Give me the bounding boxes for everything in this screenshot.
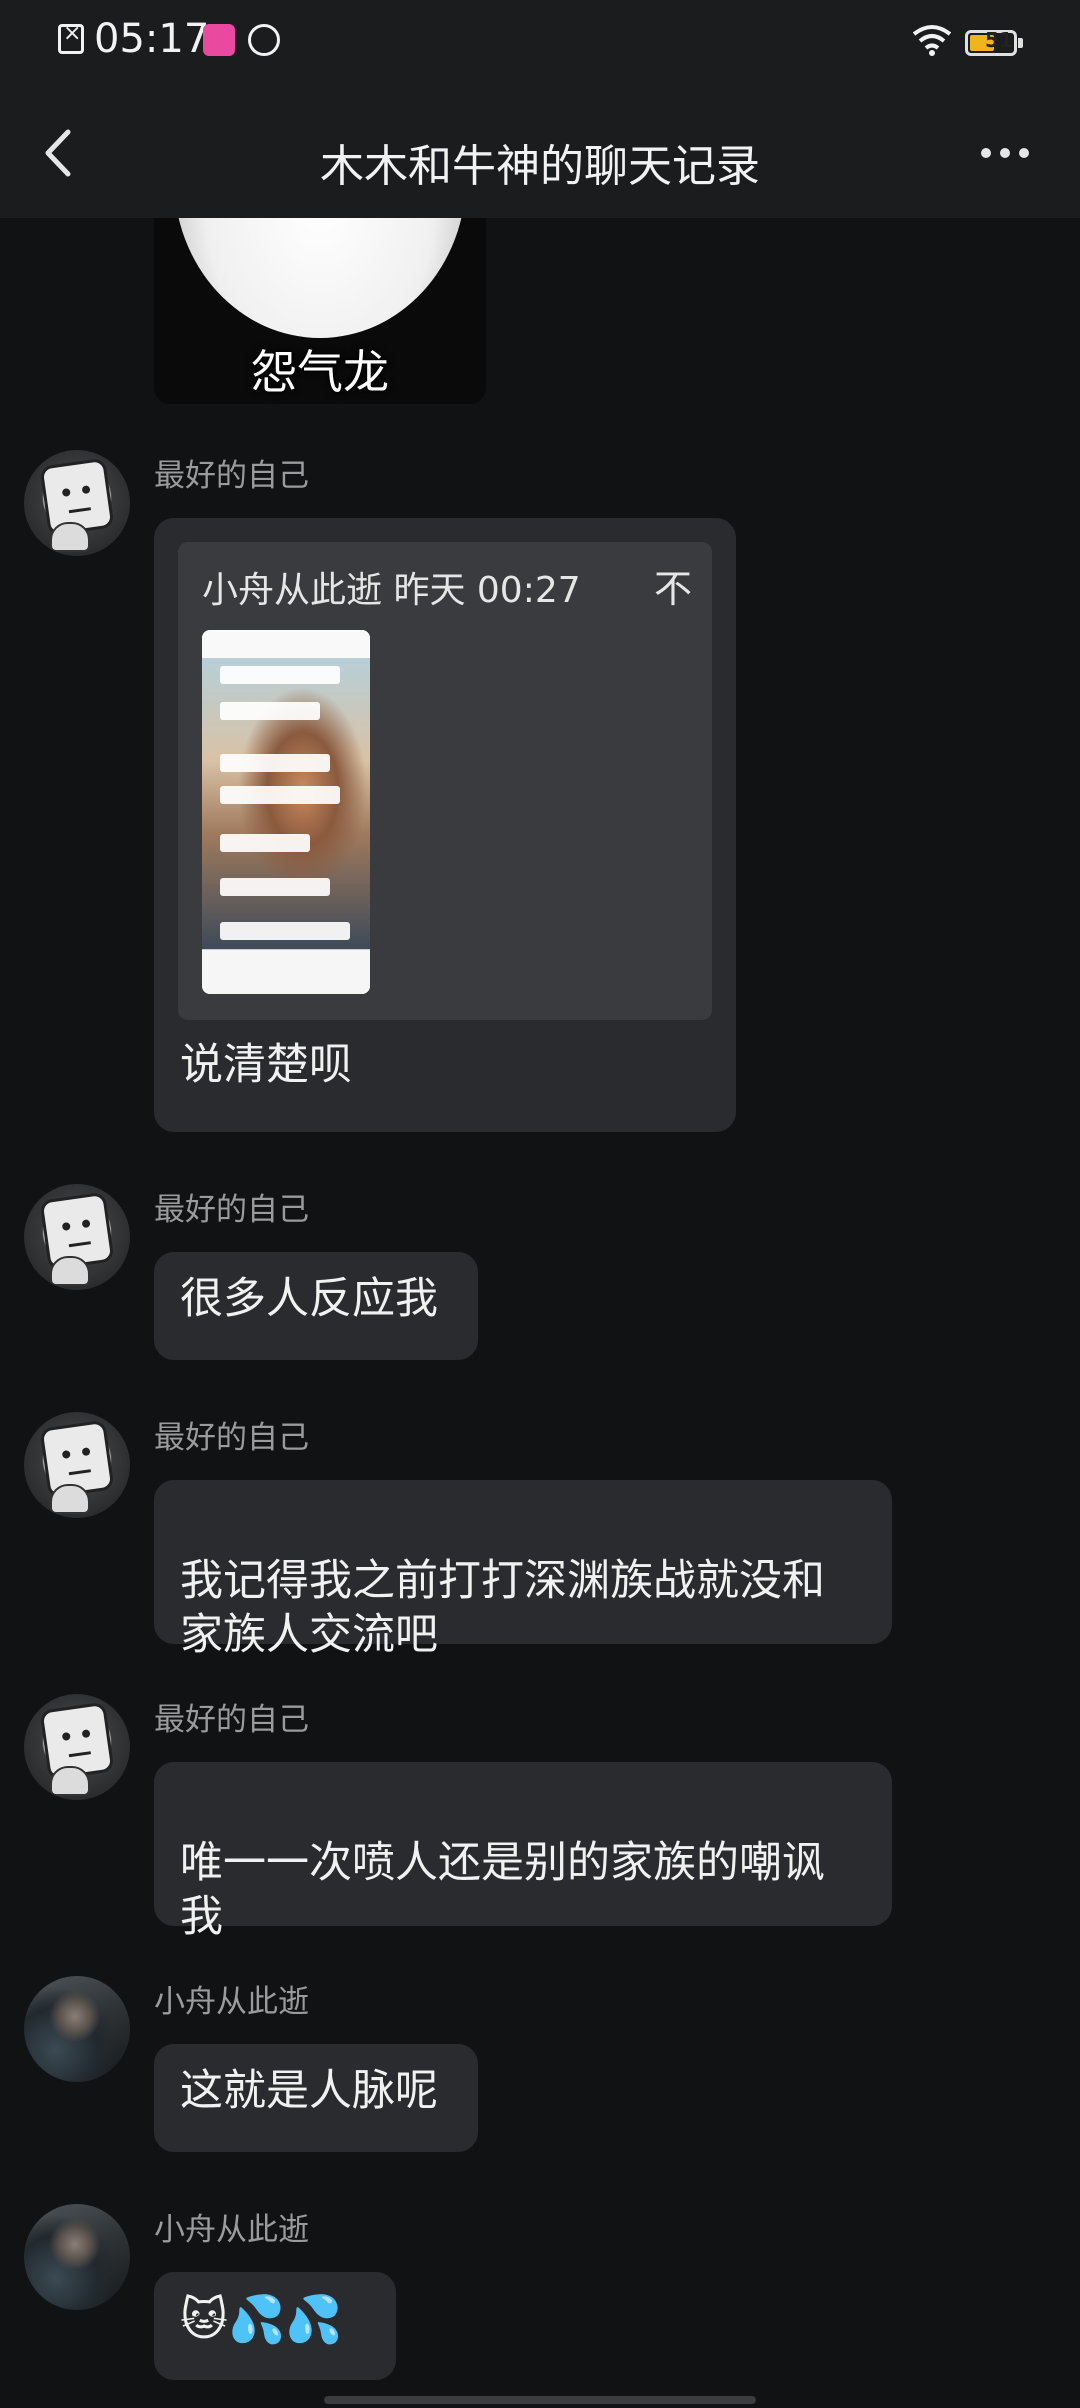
sender-name: 小舟从此逝 xyxy=(154,1984,309,2020)
file-error-icon xyxy=(58,21,84,54)
app-notification-icon xyxy=(203,24,235,56)
message-text: 这就是人脉呢 xyxy=(180,2066,438,2116)
avatar[interactable] xyxy=(24,1694,130,1800)
app-notification-icon-2 xyxy=(248,24,280,56)
battery-tip xyxy=(1018,38,1023,48)
message-text: 🐱💦💦 xyxy=(180,2292,343,2346)
message-text: 说清楚呗 xyxy=(180,1040,352,1090)
quote-author-time: 小舟从此逝 昨天 00:27 xyxy=(202,570,581,611)
more-horizontal-icon[interactable] xyxy=(978,144,1032,162)
message-bubble[interactable]: 很多人反应我 xyxy=(154,1252,478,1360)
message-bubble[interactable]: 唯一一次喷人还是别的家族的嘲讽 我 xyxy=(154,1762,892,1942)
avatar[interactable] xyxy=(24,1976,130,2082)
quoted-screenshot[interactable] xyxy=(202,630,370,994)
avatar-hand xyxy=(50,1484,90,1514)
avatar-hand xyxy=(50,1256,90,1286)
message-bubble[interactable]: 我记得我之前打打深渊族战就没和 家族人交流吧 xyxy=(154,1480,892,1660)
message-text: 唯一一次喷人还是别的家族的嘲讽 我 xyxy=(180,1838,825,1942)
avatar[interactable] xyxy=(24,2204,130,2310)
screenshot-background xyxy=(202,658,370,950)
screenshot-topbar xyxy=(202,630,370,659)
status-time: 05:17 xyxy=(94,16,210,62)
collapse-icon[interactable]: 不 xyxy=(654,562,692,616)
status-bar: 05:17 51 xyxy=(0,0,1080,88)
message-text: 很多人反应我 xyxy=(180,1274,438,1324)
avatar-hand xyxy=(50,1766,90,1796)
sender-name: 最好的自己 xyxy=(154,458,309,494)
wifi-icon xyxy=(912,25,952,56)
avatar[interactable] xyxy=(24,1412,130,1518)
sticker-face xyxy=(174,218,466,338)
sender-name: 最好的自己 xyxy=(154,1702,309,1738)
sender-name: 最好的自己 xyxy=(154,1420,309,1456)
avatar-hand xyxy=(50,522,90,552)
battery-level: 51 xyxy=(985,28,1013,52)
avatar[interactable] xyxy=(24,1184,130,1290)
sticker-image[interactable]: 怨气龙 xyxy=(154,218,486,404)
message-bubble[interactable]: 小舟从此逝 昨天 00:27 不 说清楚呗 xyxy=(154,518,736,1132)
message-bubble[interactable]: 这就是人脉呢 xyxy=(154,2044,478,2152)
sticker-caption: 怨气龙 xyxy=(251,345,389,399)
screenshot-input-bar xyxy=(202,949,370,994)
quoted-message[interactable]: 小舟从此逝 昨天 00:27 不 xyxy=(178,542,712,1020)
page-title: 木木和牛神的聊天记录 xyxy=(320,141,760,192)
avatar[interactable] xyxy=(24,450,130,556)
sender-name: 最好的自己 xyxy=(154,1192,309,1228)
message-bubble[interactable]: 🐱💦💦 xyxy=(154,2272,396,2380)
sender-name: 小舟从此逝 xyxy=(154,2212,309,2248)
chat-header: 木木和牛神的聊天记录 xyxy=(0,88,1080,218)
home-indicator[interactable] xyxy=(324,2396,756,2404)
message-text: 我记得我之前打打深渊族战就没和 家族人交流吧 xyxy=(180,1556,825,1660)
chat-history[interactable]: 怨气龙 最好的自己 小舟从此逝 昨天 00:27 不 说清楚呗 最好的自己 很多… xyxy=(0,218,1080,2408)
